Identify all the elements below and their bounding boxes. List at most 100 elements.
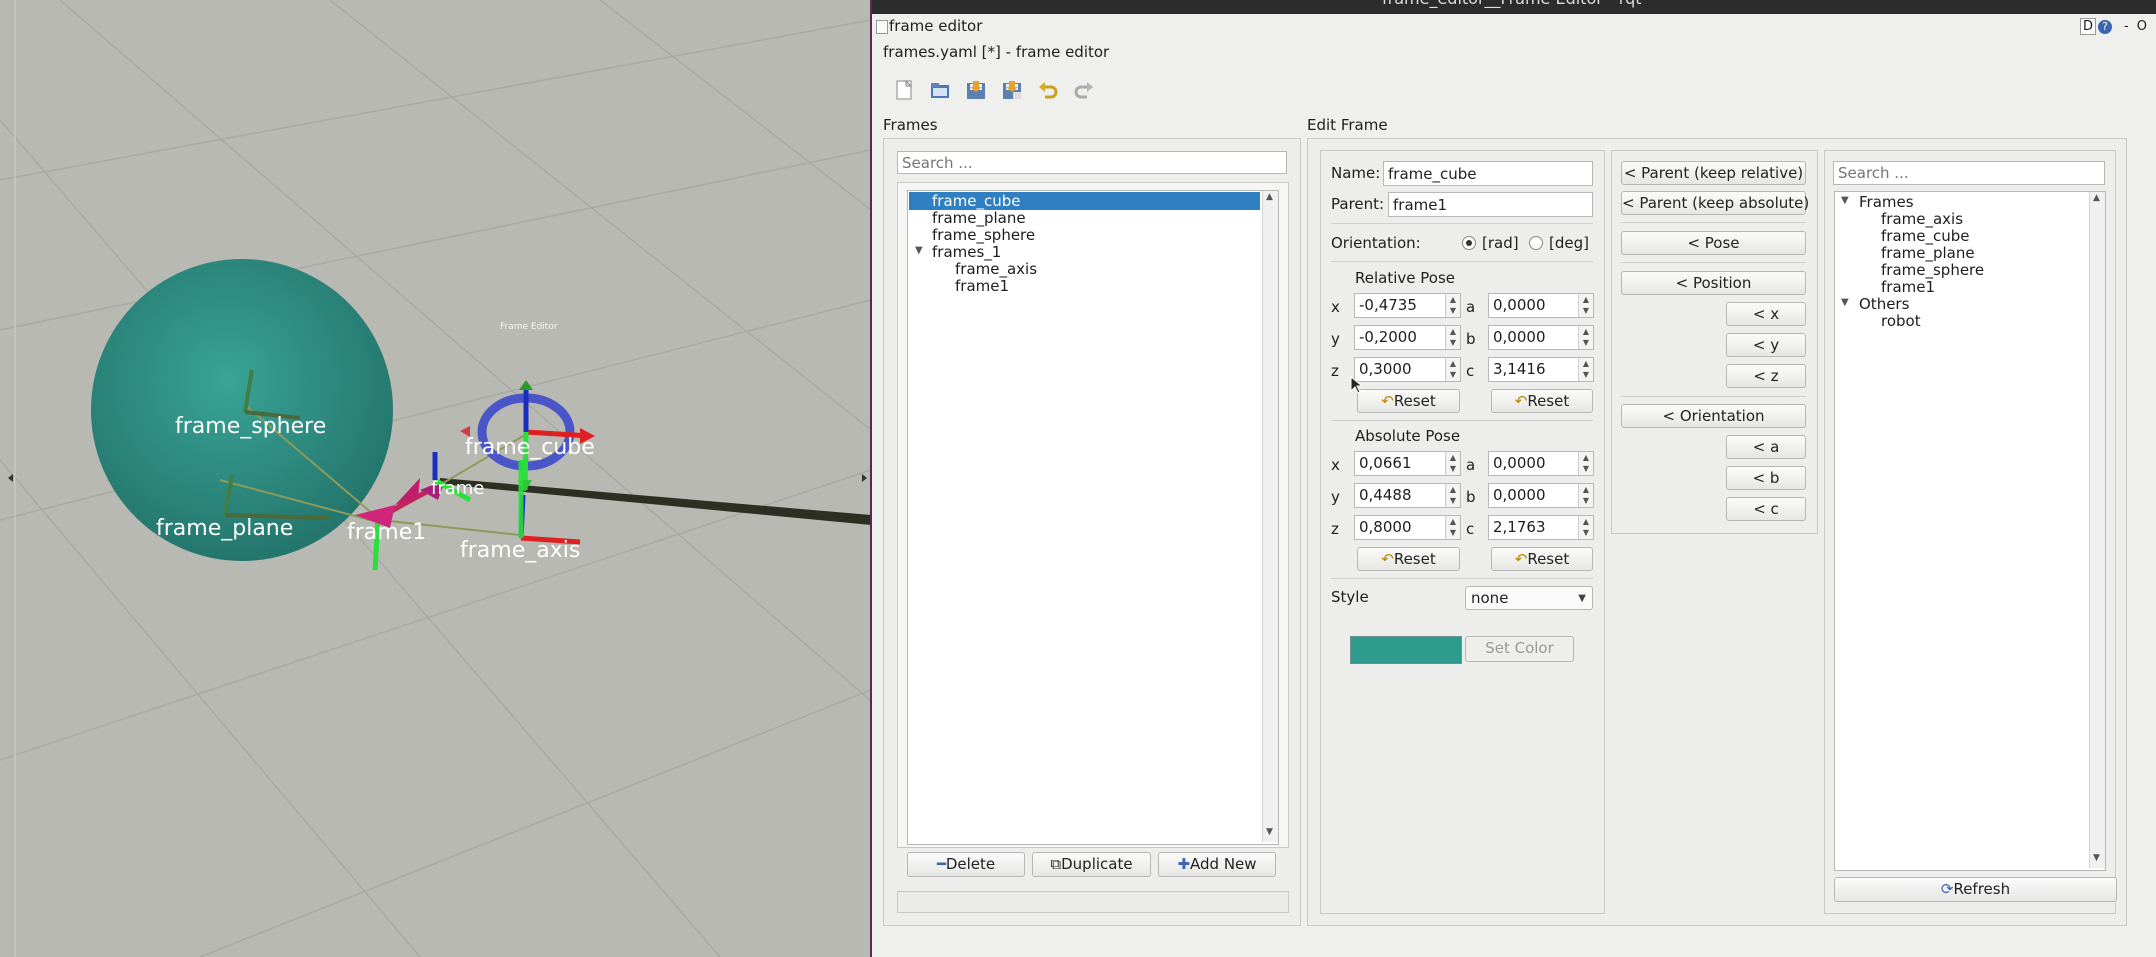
copy-position-button[interactable]: < Position [1621, 271, 1806, 295]
rel-y-label: y [1331, 330, 1340, 348]
tf-item-frame-axis[interactable]: frame_axis [1881, 210, 1963, 228]
tf-item-frame-plane[interactable]: frame_plane [1881, 244, 1975, 262]
tf-item-frame1[interactable]: frame1 [1881, 278, 1935, 296]
new-file-icon[interactable] [893, 79, 915, 101]
abs-y-spinbox[interactable]: 0,4488 ▲ ▼ [1354, 483, 1461, 508]
spin-arrows-icon[interactable]: ▲ ▼ [1578, 358, 1593, 381]
rel-z-spinbox[interactable]: 0,3000 ▲ ▼ [1354, 357, 1461, 382]
copy-x-button[interactable]: < x [1726, 302, 1806, 326]
abs-z-spinbox[interactable]: 0,8000 ▲ ▼ [1354, 515, 1461, 540]
rel-orientation-reset-button[interactable]: ↶Reset [1491, 389, 1593, 413]
parent-keep-relative-button[interactable]: < Parent (keep relative) [1621, 161, 1806, 185]
copy-b-button[interactable]: < b [1726, 466, 1806, 490]
rel-y-spinbox[interactable]: -0,2000 ▲ ▼ [1354, 325, 1461, 350]
rel-position-reset-button[interactable]: ↶Reset [1357, 389, 1460, 413]
copy-a-button[interactable]: < a [1726, 435, 1806, 459]
add-new-button[interactable]: ✚Add New [1158, 852, 1276, 877]
color-swatch[interactable] [1350, 636, 1462, 664]
expand-arrow-icon[interactable]: ▼ [1841, 195, 1849, 206]
abs-position-reset-button[interactable]: ↶Reset [1357, 547, 1460, 571]
help-icon[interactable]: ? [2098, 19, 2113, 34]
minimize-button[interactable]: - [2124, 19, 2129, 34]
style-dropdown[interactable]: none ▼ [1465, 586, 1593, 610]
spin-arrows-icon[interactable]: ▲ ▼ [1578, 452, 1593, 475]
tf-tree-scrollbar[interactable]: ▲ ▼ [2089, 192, 2105, 868]
rel-b-spinbox[interactable]: 0,0000 ▲ ▼ [1488, 325, 1594, 350]
scroll-down-icon[interactable]: ▼ [2093, 853, 2100, 863]
abs-x-spinbox[interactable]: 0,0661 ▲ ▼ [1354, 451, 1461, 476]
expand-arrow-icon[interactable]: ▼ [1841, 297, 1849, 308]
spin-arrows-icon[interactable]: ▲ ▼ [1445, 326, 1460, 349]
partial-frame-label: frame [431, 478, 485, 499]
tree-item-frame-axis[interactable]: frame_axis [955, 260, 1037, 278]
reset-icon: ↶ [1381, 392, 1394, 410]
tf-item-frame-cube[interactable]: frame_cube [1881, 227, 1969, 245]
tf-search-input[interactable] [1833, 161, 2105, 185]
scroll-up-icon[interactable]: ▲ [1266, 192, 1273, 202]
abs-a-spinbox[interactable]: 0,0000 ▲ ▼ [1488, 451, 1594, 476]
separator [1621, 222, 1806, 223]
tree-item-frame-sphere[interactable]: frame_sphere [932, 226, 1035, 244]
tree-item-frame1[interactable]: frame1 [955, 277, 1009, 295]
abs-b-spinbox[interactable]: 0,0000 ▲ ▼ [1488, 483, 1594, 508]
duplicate-icon: ⧉ [1050, 855, 1062, 873]
reset-icon: ↶ [1381, 550, 1394, 568]
deg-radio[interactable] [1529, 236, 1543, 250]
spin-arrows-icon[interactable]: ▲ ▼ [1445, 294, 1460, 317]
close-plugin-button[interactable]: O [2137, 19, 2147, 34]
tree-item-frame-cube[interactable]: frame_cube [932, 192, 1020, 210]
frames-tree-scrollbar[interactable]: ▲ ▼ [1262, 191, 1278, 842]
rel-x-spinbox[interactable]: -0,4735 ▲ ▼ [1354, 293, 1461, 318]
rad-radio[interactable] [1462, 236, 1476, 250]
duplicate-button[interactable]: ⧉Duplicate [1032, 852, 1151, 877]
abs-orientation-reset-button[interactable]: ↶Reset [1491, 547, 1593, 571]
spin-arrows-icon[interactable]: ▲ ▼ [1445, 452, 1460, 475]
rel-c-spinbox[interactable]: 3,1416 ▲ ▼ [1488, 357, 1594, 382]
copy-y-button[interactable]: < y [1726, 333, 1806, 357]
delete-button[interactable]: ━Delete [907, 852, 1025, 877]
tf-tree[interactable]: ▼ Frames frame_axis frame_cube frame_pla… [1834, 191, 2106, 871]
separator [1331, 578, 1593, 579]
close-area[interactable] [2138, 0, 2156, 14]
spin-arrows-icon[interactable]: ▲ ▼ [1578, 516, 1593, 539]
abs-b-value: 0,0000 [1493, 486, 1546, 504]
abs-c-spinbox[interactable]: 2,1763 ▲ ▼ [1488, 515, 1594, 540]
spin-arrows-icon[interactable]: ▲ ▼ [1578, 326, 1593, 349]
spin-arrows-icon[interactable]: ▲ ▼ [1578, 484, 1593, 507]
save-as-icon[interactable] [1001, 79, 1023, 101]
spin-arrows-icon[interactable]: ▲ ▼ [1578, 294, 1593, 317]
parent-keep-absolute-button[interactable]: < Parent (keep absolute) [1621, 191, 1809, 215]
name-field[interactable] [1383, 161, 1593, 186]
open-file-icon[interactable] [929, 79, 951, 101]
scroll-down-icon[interactable]: ▼ [1266, 827, 1273, 837]
frames-tree[interactable]: frame_cube frame_plane frame_sphere ▼ fr… [907, 190, 1279, 845]
rviz-3d-viewport[interactable]: Frame Editor frame_sphere frame_cube fra… [0, 0, 871, 957]
tree-item-frames-1[interactable]: frames_1 [932, 243, 1001, 261]
copy-pose-button[interactable]: < Pose [1621, 231, 1806, 255]
spin-arrows-icon[interactable]: ▲ ▼ [1445, 358, 1460, 381]
tf-group-others[interactable]: Others [1859, 295, 1909, 313]
tf-item-frame-sphere[interactable]: frame_sphere [1881, 261, 1984, 279]
tf-group-frames[interactable]: Frames [1859, 193, 1914, 211]
tf-item-robot[interactable]: robot [1881, 312, 1921, 330]
redo-icon[interactable] [1073, 79, 1095, 101]
tree-item-frame-plane[interactable]: frame_plane [932, 209, 1026, 227]
copy-z-button[interactable]: < z [1726, 364, 1806, 388]
frames-search-input[interactable] [897, 151, 1287, 174]
rel-a-spinbox[interactable]: 0,0000 ▲ ▼ [1488, 293, 1594, 318]
spin-arrows-icon[interactable]: ▲ ▼ [1445, 516, 1460, 539]
undo-icon[interactable] [1037, 79, 1059, 101]
rel-c-label: c [1466, 362, 1475, 380]
copy-orientation-button[interactable]: < Orientation [1621, 404, 1806, 428]
save-icon[interactable] [965, 79, 987, 101]
parent-field[interactable] [1388, 192, 1593, 217]
separator [1621, 262, 1806, 263]
spin-arrows-icon[interactable]: ▲ ▼ [1445, 484, 1460, 507]
splitter[interactable] [870, 0, 872, 957]
copy-c-button[interactable]: < c [1726, 497, 1806, 521]
scroll-up-icon[interactable]: ▲ [2093, 193, 2100, 203]
set-color-button[interactable]: Set Color [1465, 636, 1574, 662]
expand-arrow-icon[interactable]: ▼ [915, 245, 923, 256]
refresh-button[interactable]: ⟳Refresh [1834, 877, 2117, 902]
dock-button[interactable]: D [2080, 18, 2097, 35]
